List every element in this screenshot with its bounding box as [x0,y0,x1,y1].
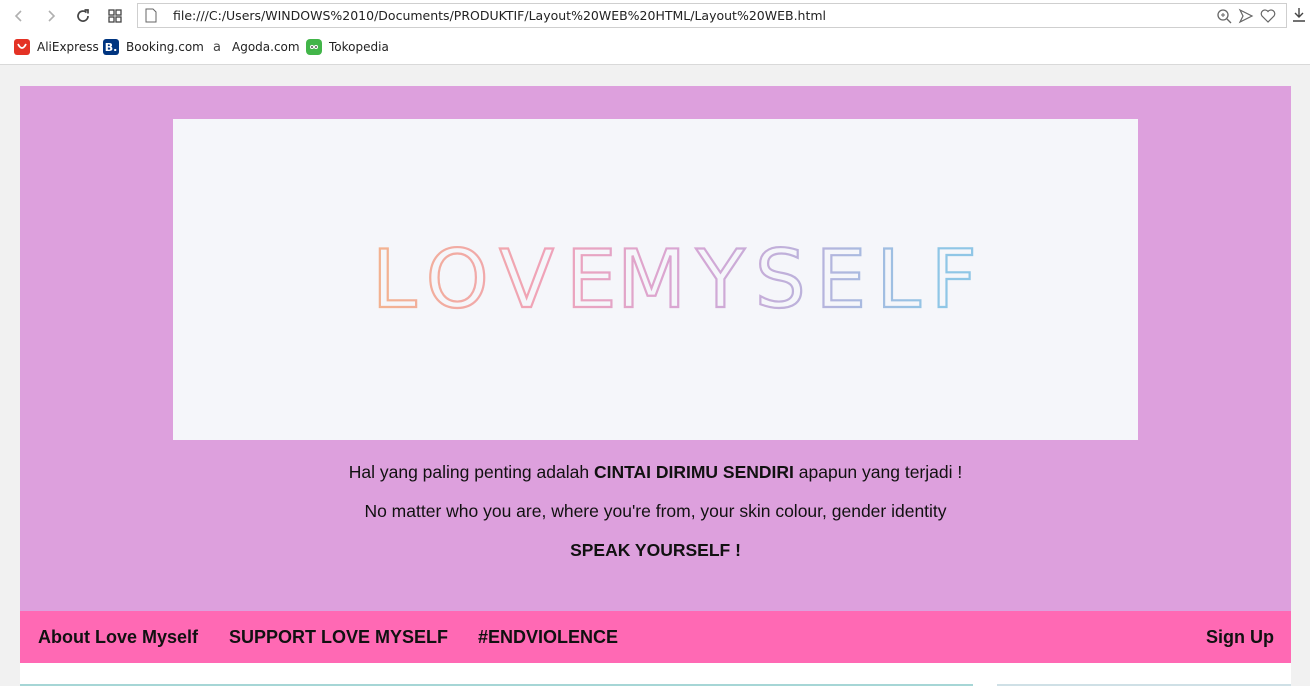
tagline-line-1-post: apapun yang terjadi ! [793,462,963,482]
bookmark-label: Booking.com [126,40,204,54]
url-text[interactable]: file:///C:/Users/WINDOWS%2010/Documents/… [173,8,826,23]
back-button[interactable] [8,5,30,27]
back-arrow-icon [14,10,22,22]
main-nav: About Love Myself SUPPORT LOVE MYSELF #E… [20,611,1291,663]
bookmarks-bar: AliExpress B. Booking.com a Agoda.com To… [0,32,1310,65]
heart-icon[interactable] [1260,8,1276,24]
send-icon[interactable] [1238,8,1254,24]
bookmark-tokopedia[interactable]: Tokopedia [306,39,389,55]
zoom-icon[interactable] [1216,8,1232,24]
forward-arrow-icon [48,10,56,22]
tagline-line-1: Hal yang paling penting adalah CINTAI DI… [20,462,1291,483]
aliexpress-icon [14,39,30,55]
agoda-icon: a [209,39,225,55]
nav-support-link[interactable]: SUPPORT LOVE MYSELF [229,627,448,648]
header-section: LOVE MYSELF Hal yang paling penting adal… [20,86,1291,611]
nav-signup-link[interactable]: Sign Up [1206,627,1274,648]
tagline-line-1-bold: CINTAI DIRIMU SENDIRI [593,462,794,482]
bookmark-aliexpress[interactable]: AliExpress [14,39,99,55]
tagline-line-1-pre: Hal yang paling penting adalah [348,462,594,482]
logo-word-myself: MYSELF [617,233,987,326]
logo-word-love: LOVE [372,233,629,326]
booking-icon: B. [103,39,119,55]
bookmark-label: Tokopedia [329,40,389,54]
bookmark-label: Agoda.com [232,40,300,54]
reload-button[interactable] [72,5,94,27]
content-area-left [20,663,973,686]
nav-about-link[interactable]: About Love Myself [38,627,198,648]
browser-toolbar: file:///C:/Users/WINDOWS%2010/Documents/… [0,0,1310,32]
forward-button[interactable] [40,5,62,27]
page-icon [145,8,157,23]
tokopedia-icon [306,39,322,55]
bookmark-agoda[interactable]: a Agoda.com [209,39,300,55]
download-icon[interactable] [1292,7,1306,23]
speed-dial-button[interactable] [104,5,126,27]
love-myself-banner: LOVE MYSELF [173,119,1138,440]
tagline-line-3: SPEAK YOURSELF ! [570,540,741,560]
reload-icon [77,9,89,22]
nav-endviolence-link[interactable]: #ENDVIOLENCE [478,627,618,648]
grid-icon [108,9,122,23]
page-viewport: LOVE MYSELF Hal yang paling penting adal… [0,66,1310,686]
content-area-right [973,663,1291,686]
address-bar[interactable]: file:///C:/Users/WINDOWS%2010/Documents/… [137,3,1287,28]
tagline-line-2: No matter who you are, where you're from… [364,501,947,521]
bookmark-label: AliExpress [37,40,99,54]
love-myself-logo: LOVE MYSELF [371,232,987,327]
bookmark-booking[interactable]: B. Booking.com [103,39,204,55]
